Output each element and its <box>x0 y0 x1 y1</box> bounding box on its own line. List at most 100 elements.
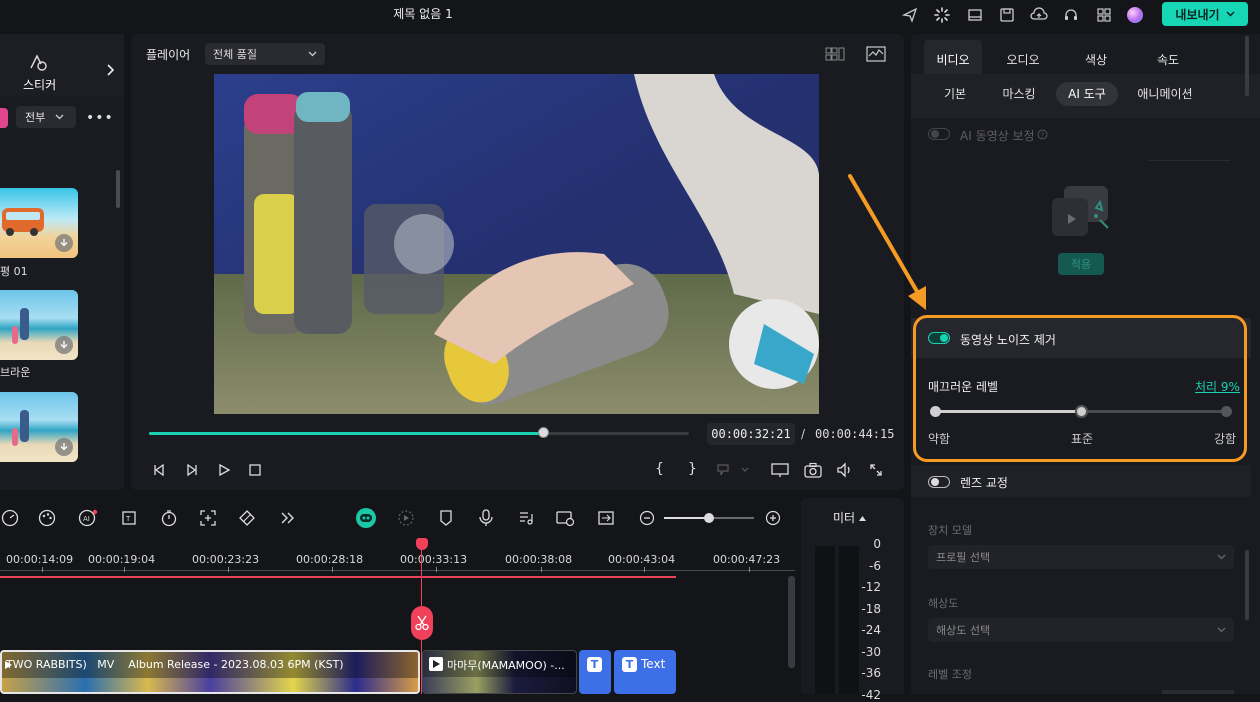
snapshot-icon[interactable] <box>803 461 823 479</box>
meter-label[interactable]: 미터 <box>833 509 855 526</box>
fullscreen-icon[interactable] <box>867 461 885 479</box>
display-icon[interactable] <box>770 461 790 479</box>
zoom-out-icon[interactable] <box>637 508 657 528</box>
more-options-icon[interactable]: ••• <box>86 110 114 126</box>
subtab-animation[interactable]: 애니메이션 <box>1130 82 1200 106</box>
download-icon[interactable] <box>55 336 73 354</box>
level-adjust-control[interactable] <box>1162 690 1234 694</box>
stop-icon[interactable] <box>246 461 264 479</box>
text-clip[interactable]: T <box>579 650 611 694</box>
loading-icon <box>932 5 952 25</box>
text-clip[interactable]: T Text <box>614 650 676 694</box>
download-icon[interactable] <box>55 234 73 252</box>
media-scrollbar[interactable] <box>116 170 120 208</box>
audio-list-icon[interactable] <box>516 508 536 528</box>
video-clip[interactable]: 마마무(MAMAMOO) -... <box>422 650 577 694</box>
ruler-tick-mark <box>541 567 542 572</box>
timeline-scrollbar[interactable] <box>788 576 795 668</box>
render-icon[interactable] <box>396 508 416 528</box>
ai-apply-button[interactable]: 적용 <box>1058 253 1104 275</box>
scissors-icon[interactable] <box>411 606 433 640</box>
replace-clip-icon[interactable] <box>556 508 576 528</box>
work-area-bar[interactable] <box>0 576 676 578</box>
crop-icon[interactable]: T <box>119 508 139 528</box>
playback-scrubber[interactable] <box>538 427 549 438</box>
microphone-icon[interactable] <box>476 508 496 528</box>
more-tools-icon[interactable] <box>278 508 298 528</box>
freeze-frame-icon[interactable] <box>198 508 218 528</box>
tab-audio[interactable]: 오디오 <box>994 46 1052 74</box>
chevron-right-icon[interactable] <box>104 62 118 78</box>
category-dot[interactable] <box>0 108 8 128</box>
resolution-placeholder: 해상도 선택 <box>936 624 991 637</box>
sticker-thumbnail[interactable] <box>0 290 78 360</box>
help-icon[interactable]: ? <box>1035 127 1049 141</box>
chevron-down-icon <box>55 114 64 120</box>
marker-dropdown-icon[interactable] <box>716 462 750 478</box>
previous-frame-icon[interactable] <box>150 461 168 479</box>
playhead-handle[interactable] <box>416 538 428 550</box>
meter-db-label: -42 <box>861 687 881 702</box>
download-icon[interactable] <box>55 438 73 456</box>
headset-icon[interactable] <box>1061 5 1081 25</box>
grid-view-icon[interactable] <box>824 46 846 62</box>
quality-dropdown[interactable]: 전체 품질 <box>205 43 325 65</box>
color-palette-icon[interactable] <box>37 508 57 528</box>
sticker-thumbnail[interactable] <box>0 188 78 258</box>
tab-color[interactable]: 색상 <box>1067 46 1125 74</box>
video-clip[interactable]: TWO RABBITS) MV Album Release - 2023.08.… <box>0 650 420 694</box>
save-icon[interactable] <box>997 5 1017 25</box>
play-icon[interactable] <box>215 461 233 479</box>
chevron-down-icon <box>308 51 317 57</box>
resolution-select[interactable]: 해상도 선택 <box>928 618 1234 642</box>
zoom-in-icon[interactable] <box>763 508 783 528</box>
subtab-ai-tools[interactable]: AI 도구 <box>1056 82 1118 106</box>
ai-correction-label: AI 동영상 보정 <box>960 129 1035 143</box>
lens-toggle[interactable] <box>928 476 950 488</box>
ai-correction-toggle[interactable] <box>928 128 950 140</box>
panel-scrollbar-lower[interactable] <box>1245 550 1249 620</box>
volume-icon[interactable] <box>835 461 855 479</box>
level-adjust-label: 레벨 조정 <box>928 668 972 681</box>
resolution-label: 해상도 <box>928 597 959 610</box>
device-model-select[interactable]: 프로필 선택 <box>928 545 1234 569</box>
ai-assistant-icon[interactable] <box>355 507 377 529</box>
ai-tools-icon[interactable]: AI <box>78 508 98 528</box>
panel-scrollbar[interactable] <box>1245 36 1249 96</box>
send-icon[interactable] <box>900 5 920 25</box>
tab-video[interactable]: 비디오 <box>924 46 982 74</box>
sticker-icon[interactable] <box>26 52 50 72</box>
keyframe-icon[interactable] <box>237 508 257 528</box>
subtab-masking[interactable]: 마스킹 <box>994 82 1044 106</box>
current-time[interactable]: 00:00:32:21 <box>707 423 795 445</box>
grid-apps-icon[interactable] <box>1094 5 1114 25</box>
thumbnail-label: 평 01 <box>0 265 28 278</box>
ruler-tick-label: 00:00:43:04 <box>608 553 676 566</box>
cloud-upload-icon[interactable] <box>1029 5 1049 25</box>
sticker-thumbnail[interactable] <box>0 392 78 462</box>
next-frame-icon[interactable] <box>183 461 201 479</box>
subtab-basic[interactable]: 기본 <box>930 82 980 106</box>
waveform-icon[interactable] <box>865 45 887 63</box>
tab-speed[interactable]: 속도 <box>1139 46 1197 74</box>
layout-icon[interactable] <box>965 5 985 25</box>
clip-play-icon <box>429 657 443 671</box>
video-preview[interactable] <box>214 74 819 414</box>
chevron-down-icon <box>1217 554 1226 560</box>
speed-icon[interactable] <box>0 508 20 528</box>
meter-db-label: -30 <box>861 644 881 659</box>
mark-out-icon[interactable]: } <box>688 461 697 477</box>
split-screen-icon[interactable] <box>596 508 616 528</box>
zoom-slider-knob[interactable] <box>704 513 714 523</box>
thumbnail-label: 브라운 <box>0 366 31 379</box>
caret-up-icon[interactable] <box>858 514 866 522</box>
export-button[interactable]: 내보내기 <box>1162 2 1248 26</box>
avatar[interactable] <box>1125 5 1145 25</box>
mark-in-icon[interactable]: { <box>655 461 664 477</box>
timer-icon[interactable] <box>159 508 179 528</box>
highlight-box <box>913 315 1247 462</box>
marker-icon[interactable] <box>436 508 456 528</box>
ruler-tick-label: 00:00:28:18 <box>296 553 364 566</box>
ruler-tick-label: 00:00:38:08 <box>505 553 573 566</box>
filter-dropdown[interactable]: 전부 <box>16 106 76 128</box>
